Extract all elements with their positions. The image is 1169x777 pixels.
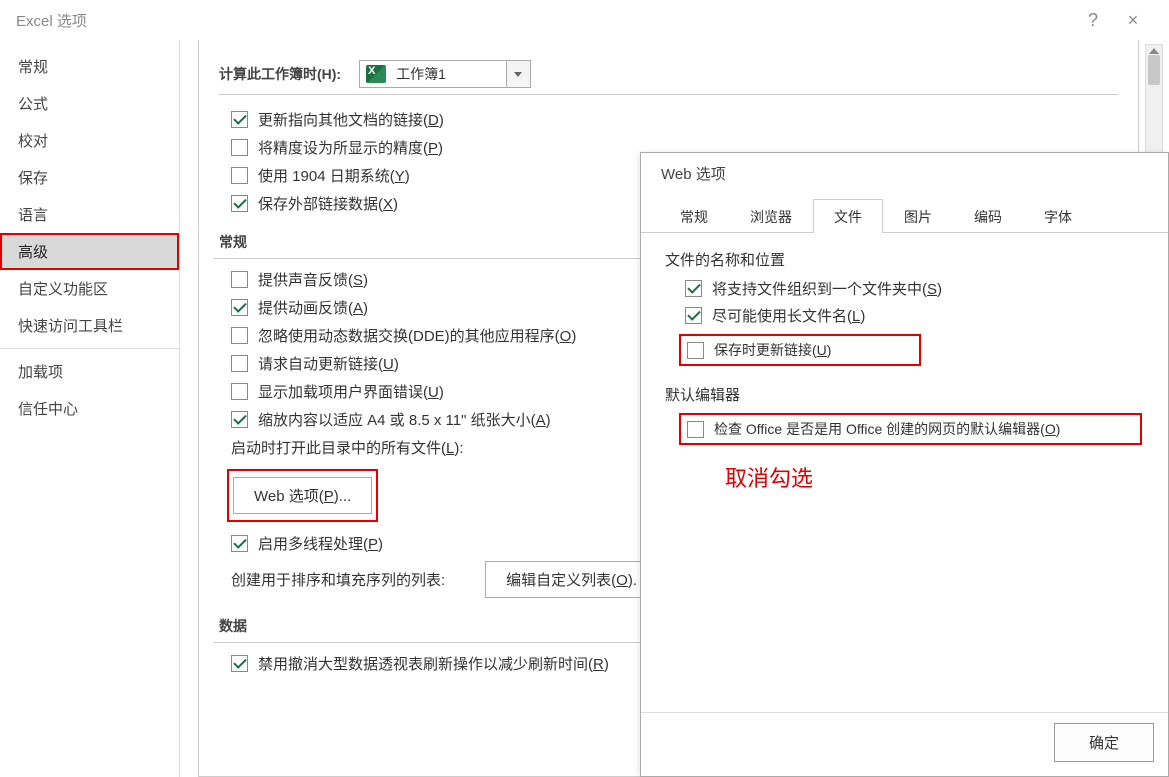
checkbox[interactable]: [231, 655, 248, 672]
checkbox-row: 尽可能使用长文件名(L): [685, 305, 1148, 326]
checkbox[interactable]: [231, 299, 248, 316]
dialog-tab-2[interactable]: 文件: [813, 199, 883, 233]
checkbox-label: 使用 1904 日期系统(Y): [258, 165, 410, 186]
dialog-tab-3[interactable]: 图片: [883, 199, 953, 233]
checkbox-label: 提供声音反馈(S): [258, 269, 368, 290]
window-title: Excel 选项: [16, 10, 87, 31]
sidebar-item-5[interactable]: 高级: [0, 233, 179, 270]
sidebar-item-8[interactable]: 加载项: [0, 353, 179, 390]
sidebar-item-7[interactable]: 快速访问工具栏: [0, 307, 179, 344]
scrollbar-thumb[interactable]: [1148, 55, 1160, 85]
sidebar-item-3[interactable]: 保存: [0, 159, 179, 196]
dialog-tabs: 常规浏览器文件图片编码字体: [641, 198, 1168, 233]
checkbox[interactable]: [231, 535, 248, 552]
sidebar-item-1[interactable]: 公式: [0, 85, 179, 122]
excel-file-icon: [364, 62, 388, 86]
dialog-tab-4[interactable]: 编码: [953, 199, 1023, 233]
checkbox[interactable]: [231, 195, 248, 212]
checkbox-label: 更新指向其他文档的链接(D): [258, 109, 444, 130]
update-links-highlight: 保存时更新链接(U): [679, 334, 921, 366]
checkbox[interactable]: [231, 111, 248, 128]
checkbox-label: 将精度设为所显示的精度(P): [258, 137, 443, 158]
checkbox-row: 更新指向其他文档的链接(D): [231, 109, 1118, 130]
close-icon[interactable]: ×: [1113, 10, 1153, 31]
web-options-button[interactable]: Web 选项(P)...: [233, 477, 372, 514]
sidebar-item-6[interactable]: 自定义功能区: [0, 270, 179, 307]
checkbox[interactable]: [231, 139, 248, 156]
checkbox-label: 将支持文件组织到一个文件夹中(S): [712, 278, 942, 299]
checkbox-label: 禁用撤消大型数据透视表刷新操作以减少刷新时间(R): [258, 653, 609, 674]
sidebar-divider: [0, 348, 179, 349]
update-links-label: 保存时更新链接(U): [714, 340, 831, 360]
checkbox[interactable]: [231, 411, 248, 428]
checkbox-row: 将支持文件组织到一个文件夹中(S): [685, 278, 1148, 299]
update-links-checkbox[interactable]: [687, 342, 704, 359]
dialog-tab-1[interactable]: 浏览器: [729, 199, 813, 233]
checkbox[interactable]: [231, 327, 248, 344]
workbook-dropdown[interactable]: 工作簿1: [359, 60, 531, 88]
checkbox[interactable]: [685, 280, 702, 297]
ok-button[interactable]: 确定: [1054, 723, 1154, 762]
web-options-dialog: Web 选项 常规浏览器文件图片编码字体 文件的名称和位置 将支持文件组织到一个…: [640, 152, 1169, 777]
checkbox-label: 启用多线程处理(P): [258, 533, 383, 554]
checkbox[interactable]: [231, 383, 248, 400]
checkbox-label: 缩放内容以适应 A4 或 8.5 x 11" 纸张大小(A): [258, 409, 551, 430]
group-files-title: 文件的名称和位置: [665, 249, 1148, 270]
group-default-editor-title: 默认编辑器: [665, 384, 1148, 405]
dialog-title: Web 选项: [641, 153, 1168, 198]
checkbox[interactable]: [231, 271, 248, 288]
sidebar-item-2[interactable]: 校对: [0, 122, 179, 159]
titlebar: Excel 选项 ? ×: [0, 0, 1169, 40]
checkbox[interactable]: [231, 167, 248, 184]
help-icon[interactable]: ?: [1073, 10, 1113, 31]
dialog-tab-0[interactable]: 常规: [659, 199, 729, 233]
annotation-text: 取消勾选: [725, 461, 1148, 493]
default-editor-checkbox[interactable]: [687, 421, 704, 438]
checkbox-label: 显示加载项用户界面错误(U): [258, 381, 444, 402]
default-editor-label: 检查 Office 是否是用 Office 创建的网页的默认编辑器(O): [714, 419, 1060, 439]
sidebar-item-4[interactable]: 语言: [0, 196, 179, 233]
sidebar-item-9[interactable]: 信任中心: [0, 390, 179, 427]
workbook-name: 工作簿1: [392, 64, 506, 84]
checkbox-label: 忽略使用动态数据交换(DDE)的其他应用程序(O): [258, 325, 576, 346]
chevron-down-icon[interactable]: [506, 61, 530, 87]
default-editor-highlight: 检查 Office 是否是用 Office 创建的网页的默认编辑器(O): [679, 413, 1142, 445]
dialog-tab-5[interactable]: 字体: [1023, 199, 1093, 233]
checkbox-label: 尽可能使用长文件名(L): [712, 305, 865, 326]
edit-custom-list-button[interactable]: 编辑自定义列表(O).: [485, 561, 658, 598]
sidebar: 常规公式校对保存语言高级自定义功能区快速访问工具栏加载项信任中心: [0, 40, 180, 777]
checkbox-label: 提供动画反馈(A): [258, 297, 368, 318]
checkbox[interactable]: [231, 355, 248, 372]
calc-section-label: 计算此工作簿时(H):: [219, 64, 341, 84]
checkbox[interactable]: [685, 307, 702, 324]
sidebar-item-0[interactable]: 常规: [0, 48, 179, 85]
checkbox-label: 保存外部链接数据(X): [258, 193, 398, 214]
web-options-highlight: Web 选项(P)...: [227, 469, 378, 522]
checkbox-label: 请求自动更新链接(U): [258, 353, 399, 374]
